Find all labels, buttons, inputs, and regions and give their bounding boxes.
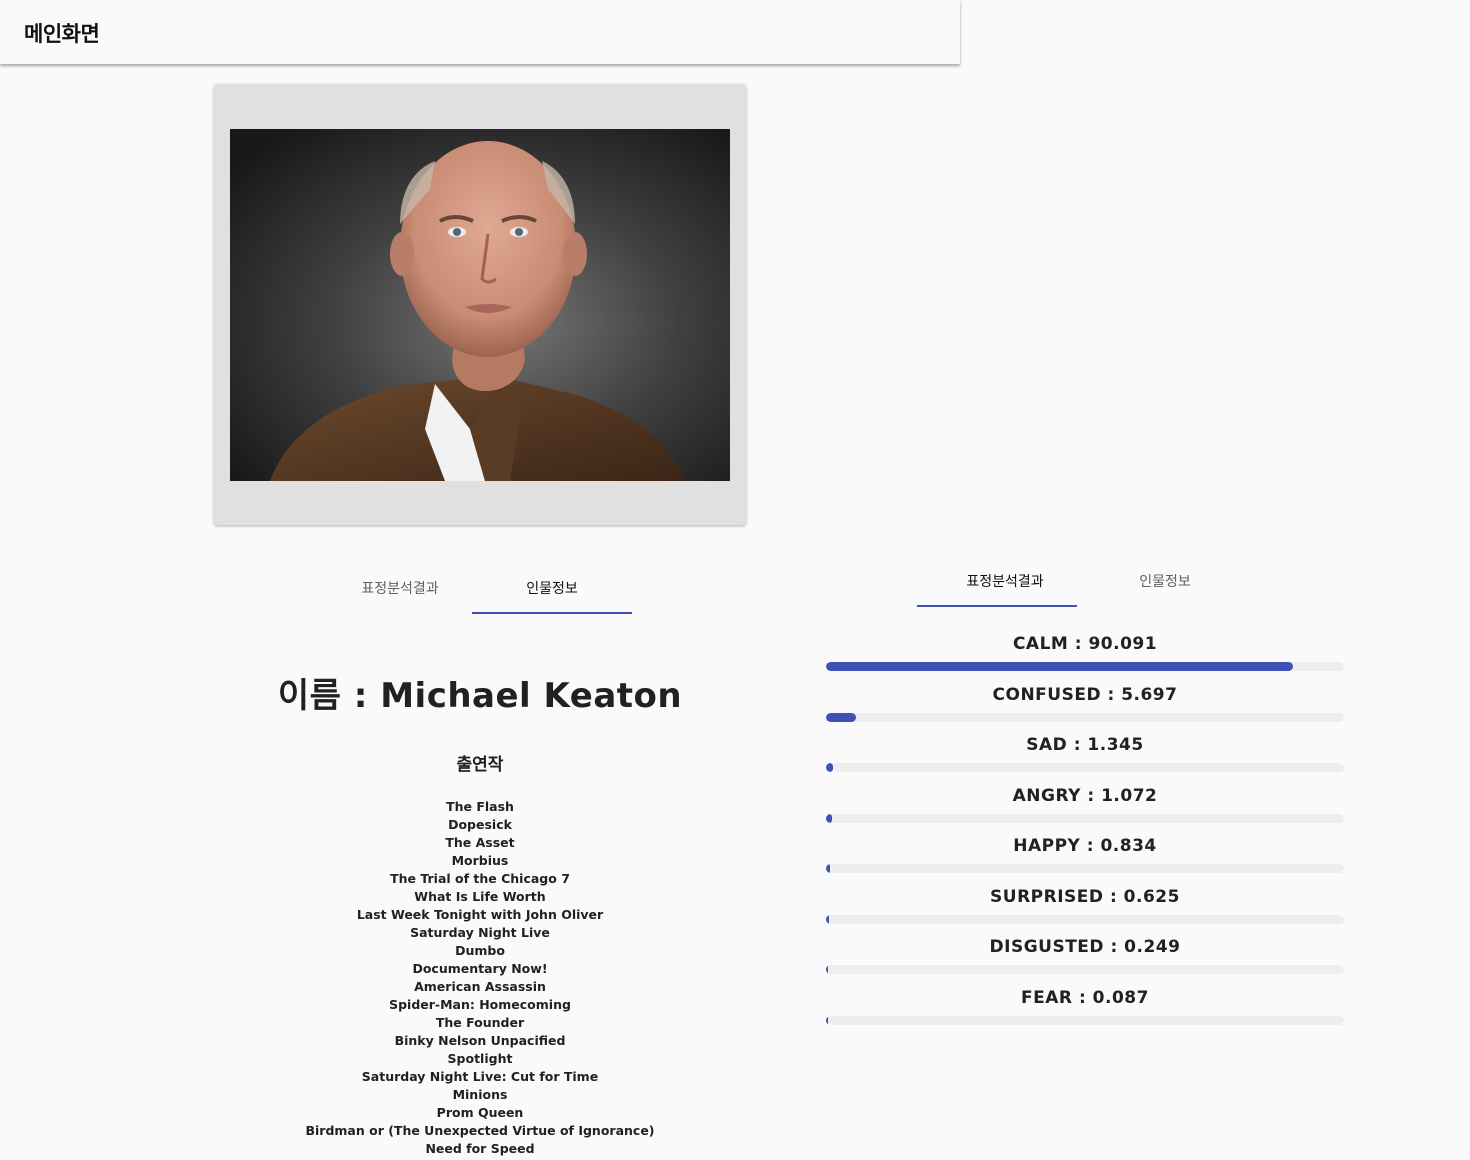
tab-person-info[interactable]: 인물정보: [1085, 559, 1245, 605]
emotion-label: HAPPY : 0.834: [1013, 836, 1157, 856]
film-item: Minions: [452, 1087, 508, 1102]
tab-indicator: [472, 612, 632, 614]
emotion-results: CALM : 90.091 CONFUSED : 5.697 SAD : 1.345…: [826, 630, 1344, 1034]
film-item: Spider-Man: Homecoming: [389, 997, 571, 1012]
emotion-progress-track: [826, 1015, 1344, 1025]
emotion-label: SURPRISED : 0.625: [990, 886, 1180, 907]
emotion-label: ANGRY : 1.072: [1012, 785, 1158, 806]
tab-indicator: [917, 605, 1077, 607]
tab-person-info[interactable]: 인물정보: [472, 566, 632, 612]
film-item: Spotlight: [447, 1051, 513, 1066]
right-tab-bar: 표정분석결과 인물정보: [917, 559, 1237, 607]
emotion-label: DISGUSTED : 0.249: [989, 937, 1181, 957]
film-item: Morbius: [451, 853, 509, 868]
emotion-label: CALM : 90.091: [1012, 634, 1158, 654]
film-item: The Flash: [446, 799, 514, 814]
filmography-heading: 출연작: [456, 755, 504, 775]
film-item: The Trial of the Chicago 7: [390, 871, 570, 886]
film-item: Dopesick: [448, 817, 512, 832]
film-item: Birdman or (The Unexpected Virtue of Ign…: [305, 1123, 655, 1138]
emotion-row: DISGUSTED : 0.249: [826, 933, 1344, 984]
app-bar: 메인화면: [0, 0, 960, 64]
tab-expression-analysis[interactable]: 표정분석결과: [925, 559, 1085, 605]
emotion-progress-track: [826, 965, 1344, 974]
film-item: What Is Life Worth: [414, 889, 546, 904]
emotion-progress-fill: [826, 662, 1293, 671]
emotion-progress-track: [826, 763, 1344, 772]
emotion-label: FEAR : 0.087: [1021, 987, 1149, 1008]
emotion-row: ANGRY : 1.072: [826, 782, 1344, 833]
emotion-progress-fill: [826, 1015, 828, 1025]
tab-expression-analysis[interactable]: 표정분석결과: [320, 566, 480, 612]
film-item: Dumbo: [455, 943, 505, 958]
emotion-row: SAD : 1.345: [826, 731, 1344, 782]
emotion-progress-track: [826, 864, 1344, 873]
person-photo: [230, 129, 730, 481]
emotion-progress-fill: [826, 712, 856, 722]
emotion-progress-track: [826, 813, 1344, 823]
photo-card: [214, 84, 746, 525]
film-item: Documentary Now!: [412, 961, 548, 976]
emotion-progress-fill: [826, 763, 833, 772]
emotion-progress-track: [826, 662, 1344, 671]
emotion-label: SAD : 1.345: [1026, 735, 1144, 755]
film-item: Binky Nelson Unpacified: [394, 1033, 566, 1048]
emotion-row: FEAR : 0.087: [826, 984, 1344, 1035]
emotion-progress-track: [826, 914, 1344, 924]
portrait-illustration: [230, 129, 730, 481]
film-item: Saturday Night Live: [410, 925, 550, 940]
left-tab-bar: 표정분석결과 인물정보: [320, 566, 640, 614]
emotion-progress-fill: [826, 965, 828, 974]
person-name: 이름 : Michael Keaton: [277, 676, 683, 716]
emotion-row: CALM : 90.091: [826, 630, 1344, 681]
film-item: Last Week Tonight with John Oliver: [356, 907, 604, 922]
film-item: Prom Queen: [436, 1105, 524, 1120]
emotion-progress-fill: [826, 914, 830, 924]
filmography-list: The Flash Dopesick The Asset Morbius The Tri…: [230, 798, 730, 1158]
film-item: American Assassin: [414, 979, 546, 994]
emotion-label: CONFUSED : 5.697: [992, 684, 1178, 705]
film-item: The Founder: [435, 1015, 525, 1030]
film-item: The Asset: [445, 835, 515, 850]
emotion-row: SURPRISED : 0.625: [826, 883, 1344, 934]
emotion-progress-fill: [826, 864, 831, 873]
film-item: Need for Speed: [425, 1141, 535, 1156]
emotion-progress-track: [826, 712, 1344, 722]
app-title: 메인화면: [24, 22, 100, 46]
film-item: Saturday Night Live: Cut for Time: [361, 1069, 599, 1084]
emotion-row: HAPPY : 0.834: [826, 832, 1344, 883]
emotion-row: CONFUSED : 5.697: [826, 681, 1344, 732]
emotion-progress-fill: [826, 813, 832, 823]
